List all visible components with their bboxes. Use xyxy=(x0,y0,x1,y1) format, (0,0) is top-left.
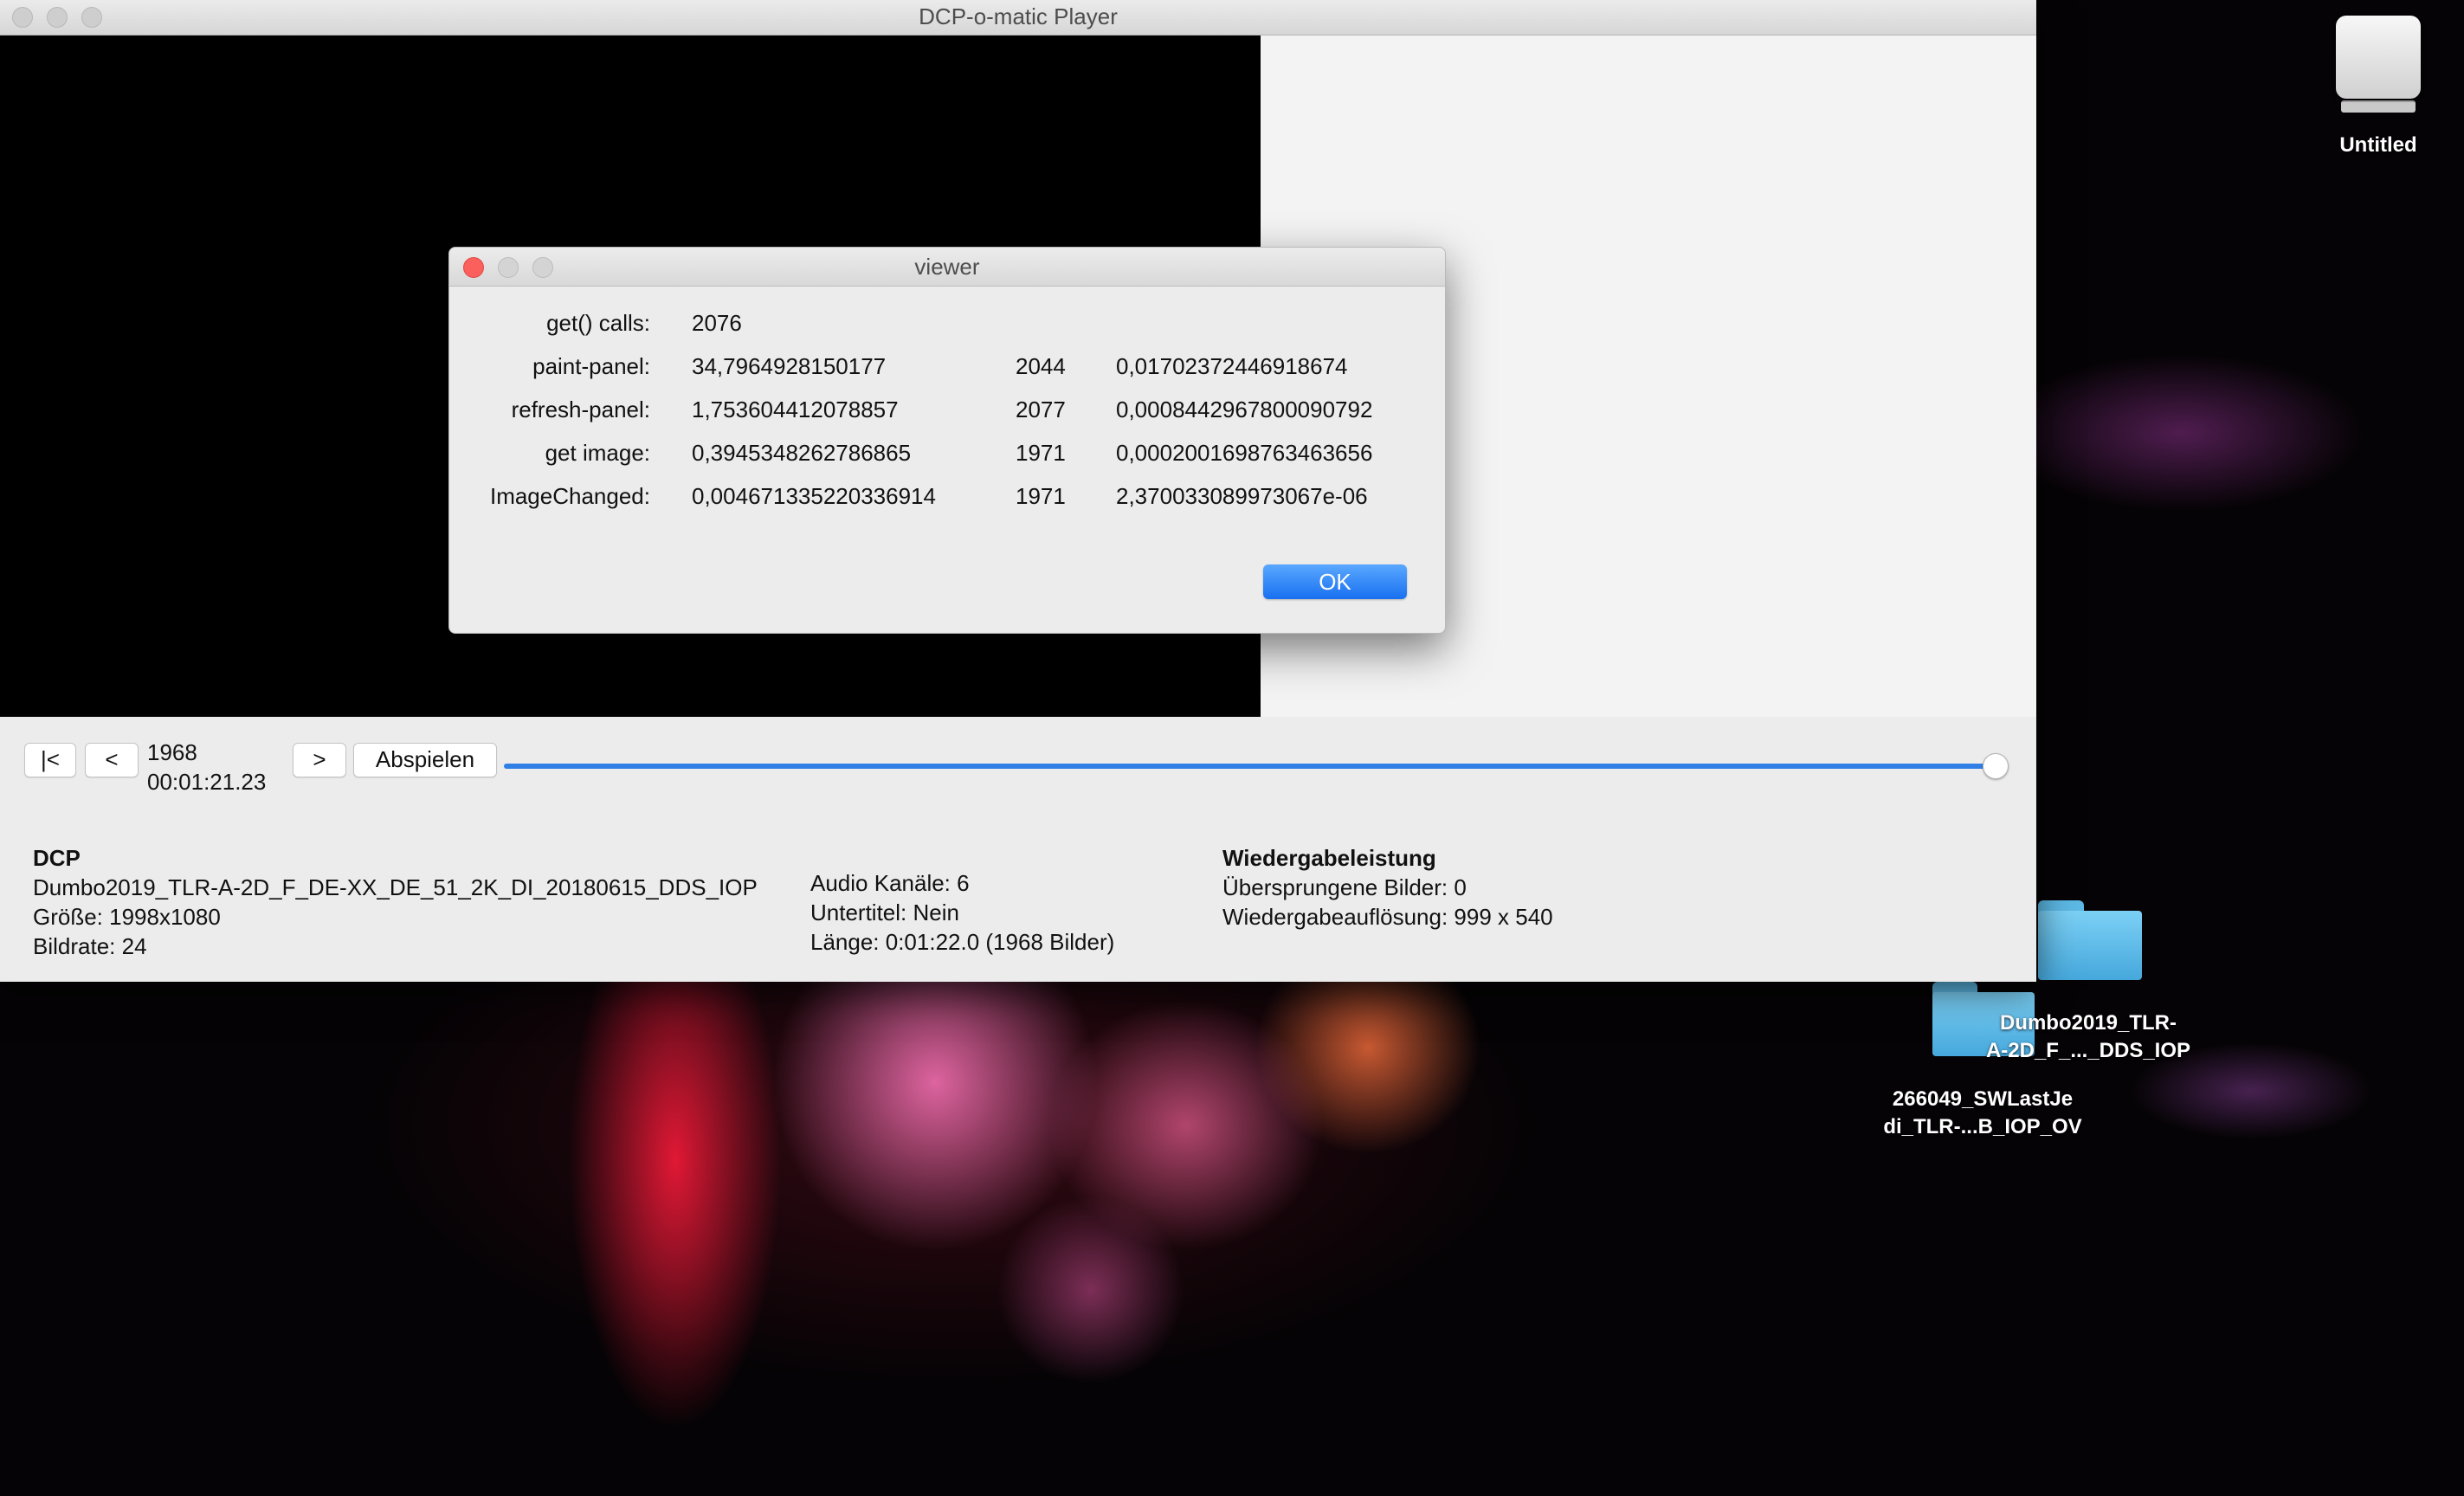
back-button[interactable]: < xyxy=(85,743,139,777)
stats-row: ImageChanged: 0,004671335220336914 1971 … xyxy=(449,483,1445,518)
forward-button[interactable]: > xyxy=(293,743,346,777)
stats-total: 2076 xyxy=(692,310,742,336)
stats-row: get() calls: 2076 xyxy=(449,310,1445,345)
folder-label-line: di_TLR-...B_IOP_OV xyxy=(1883,1115,2082,1138)
position-slider[interactable] xyxy=(504,764,1996,769)
stats-average: 2,370033089973067e-06 xyxy=(1116,483,1368,509)
stats-count: 1971 xyxy=(1016,440,1066,466)
subtitles-info: Untertitel: Nein xyxy=(810,900,959,925)
audio-channels: Audio Kanäle: 6 xyxy=(810,870,970,896)
play-button[interactable]: Abspielen xyxy=(353,743,497,777)
stats-total: 1,753604412078857 xyxy=(692,397,899,422)
window-title: DCP-o-matic Player xyxy=(919,3,1118,29)
stats-total: 0,3945348262786865 xyxy=(692,440,912,466)
length-info: Länge: 0:01:22.0 (1968 Bilder) xyxy=(810,929,1115,955)
folder-label-line: Dumbo2019_TLR- xyxy=(1999,1011,2177,1035)
dialog-titlebar: viewer xyxy=(449,248,1445,287)
performance-info: Wiedergabeleistung Übersprungene Bilder:… xyxy=(1222,843,1553,932)
dialog-title: viewer xyxy=(914,254,980,280)
performance-heading: Wiedergabeleistung xyxy=(1222,845,1436,871)
stats-count: 2044 xyxy=(1016,353,1066,379)
stats-average: 0,01702372446918674 xyxy=(1116,353,1348,379)
position-slider-knob[interactable] xyxy=(1983,753,2009,779)
stats-label: ImageChanged: xyxy=(489,483,650,509)
stats-total: 34,7964928150177 xyxy=(692,353,887,379)
folder-label-swlastjedi[interactable]: 266049_SWLastJe di_TLR-...B_IOP_OV xyxy=(1861,1086,2104,1141)
dcp-size: Größe: 1998x1080 xyxy=(33,904,221,930)
stats-row: refresh-panel: 1,753604412078857 2077 0,… xyxy=(449,397,1445,431)
folder-label-line: 266049_SWLastJe xyxy=(1892,1087,2074,1111)
dcp-framerate: Bildrate: 24 xyxy=(33,933,147,959)
window-titlebar: DCP-o-matic Player xyxy=(0,0,2036,35)
dcp-info: DCP Dumbo2019_TLR-A-2D_F_DE-XX_DE_51_2K_… xyxy=(33,843,758,961)
stats-label: get image: xyxy=(545,440,650,466)
dcp-name: Dumbo2019_TLR-A-2D_F_DE-XX_DE_51_2K_DI_2… xyxy=(33,874,758,900)
timecode: 00:01:21.23 xyxy=(147,769,267,795)
go-to-start-button[interactable]: |< xyxy=(24,743,76,777)
stats-label: refresh-panel: xyxy=(511,397,650,422)
stats-count: 2077 xyxy=(1016,397,1066,422)
stats-average: 0,0002001698763463656 xyxy=(1116,440,1373,466)
stats-row: paint-panel: 34,7964928150177 2044 0,017… xyxy=(449,353,1445,388)
frame-info: 1968 00:01:21.23 xyxy=(147,738,266,796)
dcp-heading: DCP xyxy=(33,845,81,871)
folder-icon[interactable] xyxy=(2038,900,2142,980)
stats-label: paint-panel: xyxy=(532,353,650,379)
drive-label: Untitled xyxy=(2339,133,2417,157)
viewer-dialog: viewer get() calls: 2076 paint-panel: 34… xyxy=(448,247,1446,634)
stats-total: 0,004671335220336914 xyxy=(692,483,936,509)
stats-row: get image: 0,3945348262786865 1971 0,000… xyxy=(449,440,1445,474)
ok-button[interactable]: OK xyxy=(1263,564,1407,599)
stats-average: 0,0008442967800090792 xyxy=(1116,397,1373,422)
dropped-frames: Übersprungene Bilder: 0 xyxy=(1222,874,1467,900)
frame-number: 1968 xyxy=(147,739,197,765)
folder-label-dumbo[interactable]: Dumbo2019_TLR- A-2D_F_..._DDS_IOP xyxy=(1967,1009,2209,1065)
stats-count: 1971 xyxy=(1016,483,1066,509)
folder-label-line: A-2D_F_..._DDS_IOP xyxy=(1985,1039,2191,1062)
hard-drive-icon[interactable] xyxy=(2332,16,2424,113)
audio-info: Audio Kanäle: 6 Untertitel: Nein Länge: … xyxy=(810,868,1114,957)
stats-label: get() calls: xyxy=(546,310,650,336)
playback-resolution: Wiedergabeauflösung: 999 x 540 xyxy=(1222,904,1553,930)
